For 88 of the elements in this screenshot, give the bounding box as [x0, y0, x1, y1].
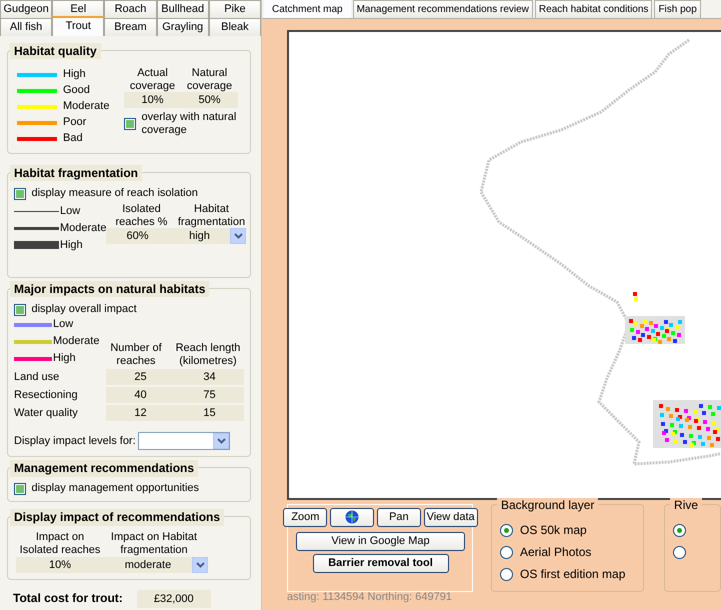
checkbox-label: overlay with natural coverage [142, 111, 238, 138]
column-header: Reach length (kilometres) [174, 342, 242, 368]
legend-label: High [53, 352, 76, 366]
table-cell: 12 [106, 405, 175, 422]
checkbox[interactable] [14, 482, 26, 495]
globe-button[interactable] [330, 508, 374, 527]
radio-button[interactable] [500, 568, 513, 580]
value-cell: 10% [124, 92, 181, 108]
column-header: Impact on Isolated reaches [18, 531, 102, 557]
legend-label: Bad [63, 132, 83, 146]
group-title: Rive [670, 498, 702, 512]
table-cell: 15 [175, 405, 244, 422]
group-title: Background layer [497, 498, 598, 512]
fish-tab[interactable]: Gudgeon [0, 0, 52, 18]
legend-label: Good [63, 84, 90, 98]
value-cell: high [168, 228, 230, 244]
checkbox-label: display management opportunities [32, 482, 200, 496]
google-map-button[interactable]: View in Google Map [296, 532, 465, 551]
checkbox[interactable] [14, 188, 26, 200]
total-label: Total cost for trout: [13, 591, 123, 606]
group-title: Habitat fragmentation [10, 165, 142, 182]
group-title: Display impact of recommendations [10, 509, 224, 526]
checkbox[interactable] [124, 118, 136, 130]
caret-icon [196, 562, 204, 568]
map-tab[interactable]: Catchment map [264, 0, 351, 18]
group-title: Management recommendations [10, 460, 198, 477]
column-header: Natural coverage [186, 67, 234, 92]
column-header: Actual coverage [128, 67, 176, 92]
table-cell: 25 [106, 369, 175, 386]
checkbox[interactable] [14, 304, 26, 316]
radio-button[interactable] [500, 546, 513, 558]
value-cell: 10% [16, 556, 104, 573]
radio-label: Aerial Photos [520, 544, 592, 560]
value-cell: moderate [104, 556, 192, 573]
table-cell: 34 [175, 369, 244, 386]
dropdown-button[interactable] [230, 228, 246, 244]
radio-button[interactable] [673, 546, 686, 558]
select-label: Display impact levels for: [14, 434, 136, 448]
total-value: £32,000 [136, 590, 211, 608]
fish-tab[interactable]: Pike [208, 0, 262, 18]
checkbox-label: display overall impact [32, 303, 137, 316]
tool-button[interactable]: Pan [376, 508, 421, 527]
value-cell: 60% [106, 228, 168, 244]
map-tab[interactable]: Fish pop [654, 0, 701, 18]
fish-tab[interactable]: Bleak [208, 18, 262, 36]
row-label: Resectioning [14, 388, 79, 402]
column-header: Isolated reaches % [114, 202, 168, 228]
legend-label: Poor [63, 116, 86, 130]
caret-icon [216, 438, 226, 444]
checkbox-label: display measure of reach isolation [32, 187, 198, 200]
select-field[interactable] [138, 432, 230, 450]
value-cell: 50% [181, 92, 238, 108]
legend-label: Moderate [53, 335, 100, 348]
dropdown-button[interactable] [213, 433, 230, 450]
radio-label: OS 50k map [520, 522, 587, 538]
caret-icon [234, 233, 243, 240]
legend-label: High [60, 238, 83, 252]
radio-button[interactable] [500, 524, 513, 536]
map-tab[interactable]: Reach habitat conditions [534, 0, 652, 18]
group-title: Habitat quality [10, 43, 101, 60]
tool-button[interactable]: View data [424, 508, 478, 527]
group-title: Major impacts on natural habitats [10, 281, 210, 298]
fish-tab[interactable]: Trout [52, 16, 104, 36]
legend-label: Moderate [60, 222, 106, 236]
column-header: Number of reaches [109, 342, 163, 368]
line-sample [14, 210, 59, 212]
line-sample [14, 226, 59, 230]
row-label: Land use [14, 370, 60, 384]
fish-tab[interactable]: Bream [104, 18, 157, 36]
row-label: Water quality [14, 406, 79, 420]
table-cell: 40 [106, 387, 175, 404]
legend-label: Low [53, 318, 74, 332]
table-cell: 75 [175, 387, 244, 404]
legend-label: Low [60, 204, 80, 218]
radio-label: OS first edition map [520, 566, 626, 582]
fish-tab[interactable]: Roach [104, 0, 157, 18]
tool-button[interactable]: Zoom [283, 508, 328, 527]
dropdown-button[interactable] [192, 556, 208, 573]
globe-icon [345, 510, 360, 524]
fish-tab[interactable]: All fish [0, 18, 52, 36]
map-tab[interactable]: Management recommendations review [352, 0, 533, 18]
line-sample [14, 241, 59, 250]
fish-tab[interactable]: Grayling [156, 18, 209, 36]
status-text: asting: 1134594 Northing: 649791 [287, 591, 453, 604]
legend-label: High [63, 68, 86, 82]
barrier-tool-button[interactable]: Barrier removal tool [312, 554, 448, 573]
legend-label: Moderate [63, 100, 110, 114]
radio-button[interactable] [673, 524, 686, 536]
